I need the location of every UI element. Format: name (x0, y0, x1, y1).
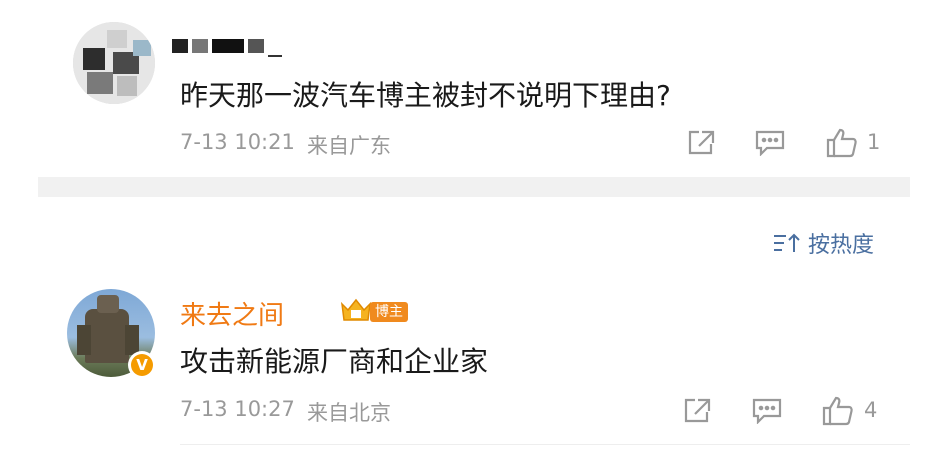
sort-label: 按热度 (808, 233, 875, 258)
reply-text: 攻击新能源厂商和企业家 (180, 345, 489, 378)
sort-button[interactable]: 按热度 (772, 228, 874, 258)
username-pixelated[interactable] (172, 38, 286, 60)
like-count: 1 (867, 130, 881, 154)
sort-icon (772, 232, 802, 254)
reply-time: 7-13 10:27 (180, 397, 295, 421)
avatar[interactable] (73, 22, 155, 104)
verified-badge: V (128, 351, 156, 379)
comment-icon[interactable] (752, 398, 782, 428)
thumbs-up-icon[interactable] (822, 396, 854, 430)
blogger-badge: 博主 (340, 298, 408, 326)
reply-location: 来自北京 (307, 401, 391, 425)
reply-username[interactable]: 来去之间 (180, 295, 284, 332)
thumbs-up-icon[interactable] (826, 128, 858, 162)
share-icon[interactable] (687, 130, 715, 160)
crown-icon (340, 298, 372, 326)
like-count: 4 (864, 398, 878, 422)
badge-label: 博主 (370, 302, 408, 322)
share-icon[interactable] (683, 398, 711, 428)
section-divider (38, 177, 910, 197)
comment-icon[interactable] (755, 130, 785, 160)
comment-time: 7-13 10:21 (180, 130, 295, 154)
comment-location: 来自广东 (307, 134, 391, 158)
divider (180, 444, 910, 445)
comment-text: 昨天那一波汽车博主被封不说明下理由? (180, 79, 671, 112)
